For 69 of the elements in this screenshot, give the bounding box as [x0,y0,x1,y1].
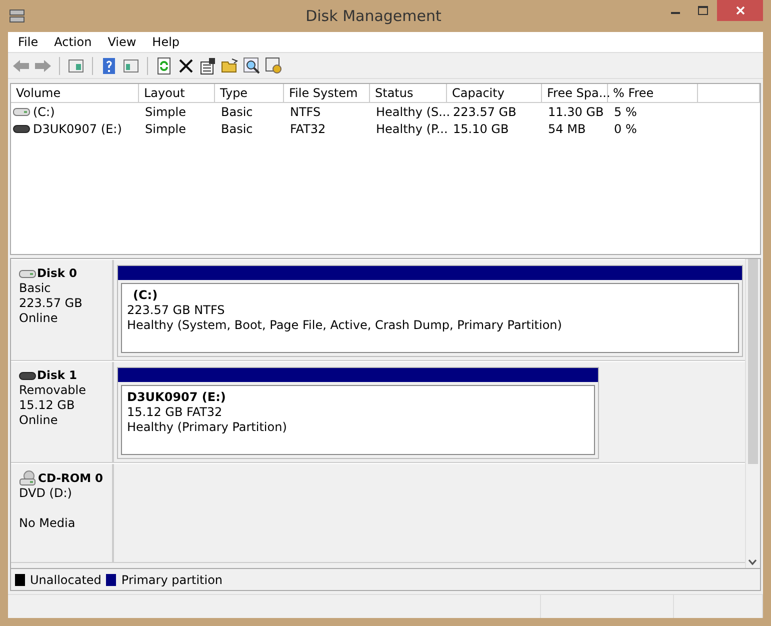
disk-detail: Removable [19,383,88,398]
table-cell-text: 11.30 GB [547,104,605,118]
table-cell-text: FAT32 [289,122,327,136]
table-cell-text: Healthy (S... [375,104,447,118]
table-cell: D3UK0907 (E:) [33,122,122,136]
close-button[interactable] [717,0,763,21]
partition-block[interactable]: D3UK0907 (E:) 15.12 GB FAT32 Healthy (Primary Partition) [117,367,600,459]
table-cell-text: Basic [220,122,254,136]
refresh-icon[interactable] [155,56,173,74]
search-icon[interactable] [243,56,261,74]
table-cell-text: Simple [144,104,187,118]
table-cell-text: 15.10 GB [452,122,510,136]
disk-detail: Online [19,413,59,428]
table-cell-text: NTFS [289,104,322,118]
drive-icon [19,268,36,278]
disk-detail: 223.57 GB [19,296,84,311]
delete-icon[interactable] [177,56,195,74]
column-header[interactable]: Status [370,84,447,103]
column-header[interactable]: % Free [608,84,698,103]
disk-detail: Online [19,311,59,326]
help-icon[interactable] [100,56,118,74]
table-cell-text: 0 % [613,122,638,136]
disk-name: Disk 0 [37,266,77,281]
disk-name: CD-ROM 0 [38,470,104,486]
drive-icon [13,124,30,134]
partition-label: D3UK0907 (E:) [127,390,227,405]
close-icon [736,6,744,15]
table-cell: (C:) [33,104,55,118]
table-cell-text: Healthy (P... [375,122,447,136]
scrollbar[interactable] [745,259,760,568]
maximize-icon [698,6,708,15]
pane-icon[interactable] [122,56,140,74]
partition-label: (C:) [132,288,159,303]
column-header[interactable]: File System [284,84,370,103]
column-header[interactable]: Free Spa... [542,84,608,103]
column-header[interactable]: Volume [11,84,139,103]
disk-detail: No Media [19,516,76,531]
partition-status: Healthy (Primary Partition) [127,420,288,435]
settings-icon[interactable] [265,56,283,74]
legend-label: Unallocated [30,572,102,586]
disk-detail: 15.12 GB [19,398,76,413]
window-title: Disk Management [304,7,442,25]
pane-icon[interactable] [67,56,85,74]
table-cell-text: Basic [220,104,254,118]
app-icon [8,7,26,25]
drive-icon [13,106,30,116]
disk-detail: DVD (D:) [19,486,73,501]
folder-icon[interactable] [221,56,239,74]
column-header[interactable]: Capacity [447,84,542,103]
menu-item[interactable]: View [100,35,144,49]
legend-label: Primary partition [121,572,223,586]
table-cell-text: Simple [144,122,187,136]
table-cell-text: 223.57 GB [452,104,518,118]
column-header[interactable]: Type [215,84,284,103]
disk-detail: Basic [19,281,52,296]
menu-item[interactable]: Action [46,35,100,49]
partition-size: 223.57 GB NTFS [127,303,226,318]
column-header[interactable]: Layout [139,84,215,103]
menu-item[interactable]: File [10,35,46,49]
partition-size: 15.12 GB FAT32 [127,405,224,420]
menu-item[interactable]: Help [144,35,188,49]
properties-icon[interactable] [199,56,217,74]
drive-icon [19,370,36,380]
partition-block[interactable]: (C:) 223.57 GB NTFS Healthy (System, Boot, Page File, Active, Crash Dump, Primary Partition) [117,265,743,357]
table-cell-text: 54 MB [547,122,587,136]
drive-icon [19,470,37,486]
table-cell-text: 5 % [613,104,638,118]
disk-name: Disk 1 [37,368,77,383]
partition-status: Healthy (System, Boot, Page File, Active, Crash Dump, Primary Partition) [127,318,563,333]
